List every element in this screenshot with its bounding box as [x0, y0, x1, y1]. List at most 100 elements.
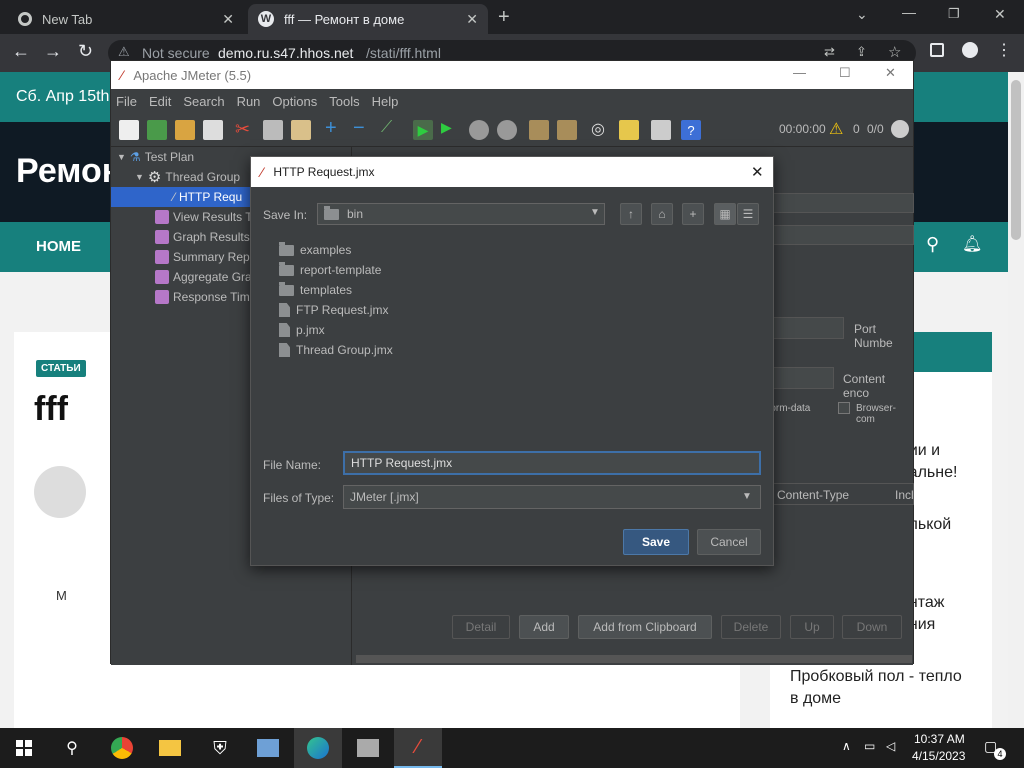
- search-icon[interactable]: ⚲: [926, 234, 939, 255]
- save-in-dropdown[interactable]: bin ▼: [317, 203, 605, 225]
- new-folder-button[interactable]: +: [682, 203, 704, 225]
- down-button[interactable]: Down: [842, 615, 902, 639]
- file-name-input[interactable]: HTTP Request.jmx: [343, 451, 761, 475]
- maximize-button[interactable]: ☐: [839, 65, 851, 81]
- start-icon[interactable]: ▶: [413, 120, 433, 140]
- tree-node-test-plan[interactable]: ▼ ⚗ Test Plan: [117, 147, 194, 167]
- shutdown-icon[interactable]: [497, 120, 517, 140]
- nav-home[interactable]: HOME: [36, 238, 81, 255]
- site-logo[interactable]: Ремон: [16, 152, 122, 191]
- back-button[interactable]: ←: [12, 41, 30, 62]
- translate-icon[interactable]: ⇄: [824, 44, 835, 60]
- reload-button[interactable]: ↻: [78, 41, 93, 62]
- sidepanel-icon[interactable]: [930, 43, 944, 57]
- close-button[interactable]: ✕: [885, 65, 896, 81]
- open-icon[interactable]: [175, 120, 195, 140]
- menu-icon[interactable]: ⋮: [996, 40, 1012, 60]
- details-view-button[interactable]: ☰: [737, 203, 759, 225]
- edge-icon[interactable]: [294, 728, 342, 768]
- up-folder-button[interactable]: ↑: [620, 203, 642, 225]
- help-icon[interactable]: ?: [681, 120, 701, 140]
- close-window-button[interactable]: ✕: [994, 6, 1006, 23]
- toggle-icon[interactable]: ⟋: [381, 119, 401, 139]
- chevron-up-icon[interactable]: ∧: [842, 739, 851, 753]
- control-panel-icon[interactable]: [244, 728, 292, 768]
- paste-icon[interactable]: [291, 120, 311, 140]
- tab-fff[interactable]: W fff — Ремонт в доме ✕: [248, 4, 488, 34]
- start-no-pauses-icon[interactable]: ▶: [441, 119, 461, 139]
- new-icon[interactable]: [119, 120, 139, 140]
- delete-button[interactable]: Delete: [721, 615, 781, 639]
- file-item-jmx[interactable]: Thread Group.jmx: [279, 340, 393, 360]
- menu-run[interactable]: Run: [237, 94, 261, 109]
- expand-icon[interactable]: +: [325, 117, 345, 139]
- start-button[interactable]: [0, 728, 48, 768]
- add-from-clipboard-button[interactable]: Add from Clipboard: [578, 615, 712, 639]
- tab-new-tab[interactable]: New Tab ✕: [8, 4, 244, 34]
- tab-close-icon[interactable]: ✕: [222, 11, 234, 28]
- app-icon[interactable]: [344, 728, 392, 768]
- volume-icon[interactable]: ◁: [886, 739, 895, 753]
- cancel-button[interactable]: Cancel: [697, 529, 761, 555]
- files-of-type-dropdown[interactable]: JMeter [.jmx] ▼: [343, 485, 761, 509]
- profile-icon[interactable]: [962, 42, 978, 58]
- save-button[interactable]: Save: [623, 529, 689, 555]
- file-item-jmx[interactable]: p.jmx: [279, 320, 325, 340]
- tree-node-response-time[interactable]: Response Time: [155, 287, 256, 307]
- tree-node-summary-report[interactable]: Summary Repo: [155, 247, 256, 267]
- collapse-icon[interactable]: −: [353, 117, 373, 139]
- detail-button[interactable]: Detail: [452, 615, 510, 639]
- clear-all-icon[interactable]: [557, 120, 577, 140]
- minimize-window-button[interactable]: —: [902, 4, 916, 20]
- menu-file[interactable]: File: [116, 94, 137, 109]
- file-explorer-icon[interactable]: [146, 728, 194, 768]
- home-button[interactable]: ⌂: [651, 203, 673, 225]
- clear-icon[interactable]: [529, 120, 549, 140]
- tab-search-icon[interactable]: ⌄: [856, 6, 868, 23]
- menu-edit[interactable]: Edit: [149, 94, 171, 109]
- share-icon[interactable]: ⇪: [856, 44, 867, 60]
- sidebar-post[interactable]: Пробковый пол - тепло в доме: [790, 666, 962, 710]
- jmeter-taskbar-icon[interactable]: ⁄: [394, 728, 442, 768]
- bell-icon[interactable]: 🔔︎: [962, 234, 982, 254]
- horizontal-scrollbar[interactable]: [356, 655, 912, 663]
- config-field[interactable]: [772, 225, 914, 245]
- menu-options[interactable]: Options: [272, 94, 317, 109]
- bookmark-star-icon[interactable]: ☆: [888, 43, 901, 61]
- tree-node-graph-results[interactable]: Graph Results: [155, 227, 250, 247]
- new-tab-button[interactable]: +: [498, 6, 510, 29]
- category-badge[interactable]: СТАТЬИ: [36, 360, 86, 377]
- browser-compat-checkbox[interactable]: [838, 402, 850, 414]
- tab-close-icon[interactable]: ✕: [466, 11, 478, 28]
- reset-search-icon[interactable]: [619, 120, 639, 140]
- page-scrollbar[interactable]: [1008, 72, 1024, 728]
- list-view-button[interactable]: ▦: [714, 203, 736, 225]
- warning-icon[interactable]: ⚠: [829, 119, 843, 139]
- search-icon[interactable]: ⚲: [48, 728, 96, 768]
- cut-icon[interactable]: ✂: [235, 119, 255, 139]
- save-icon[interactable]: [203, 120, 223, 140]
- stop-icon[interactable]: [469, 120, 489, 140]
- menu-tools[interactable]: Tools: [329, 94, 359, 109]
- function-helper-icon[interactable]: [651, 120, 671, 140]
- method-field[interactable]: [772, 367, 834, 389]
- scrollbar-thumb[interactable]: [1011, 80, 1021, 240]
- file-item-folder[interactable]: examples: [279, 240, 351, 260]
- minimize-button[interactable]: —: [793, 65, 806, 80]
- tree-node-view-results[interactable]: View Results Tr: [155, 207, 256, 227]
- tree-node-thread-group[interactable]: ▼ ⚙ Thread Group: [135, 167, 240, 187]
- up-button[interactable]: Up: [790, 615, 834, 639]
- security-shield-icon[interactable]: ⛨: [196, 728, 244, 768]
- clock-time[interactable]: 10:37 AM: [914, 732, 965, 746]
- add-button[interactable]: Add: [519, 615, 569, 639]
- clock-date[interactable]: 4/15/2023: [912, 749, 965, 763]
- file-item-jmx[interactable]: FTP Request.jmx: [279, 300, 388, 320]
- menu-search[interactable]: Search: [183, 94, 224, 109]
- menu-help[interactable]: Help: [372, 94, 399, 109]
- chrome-taskbar-icon[interactable]: [98, 728, 146, 768]
- file-item-folder[interactable]: templates: [279, 280, 352, 300]
- restore-window-button[interactable]: ❐: [948, 6, 960, 22]
- config-field[interactable]: [772, 193, 914, 213]
- server-name-field[interactable]: [772, 317, 844, 339]
- network-icon[interactable]: ▭: [864, 739, 875, 753]
